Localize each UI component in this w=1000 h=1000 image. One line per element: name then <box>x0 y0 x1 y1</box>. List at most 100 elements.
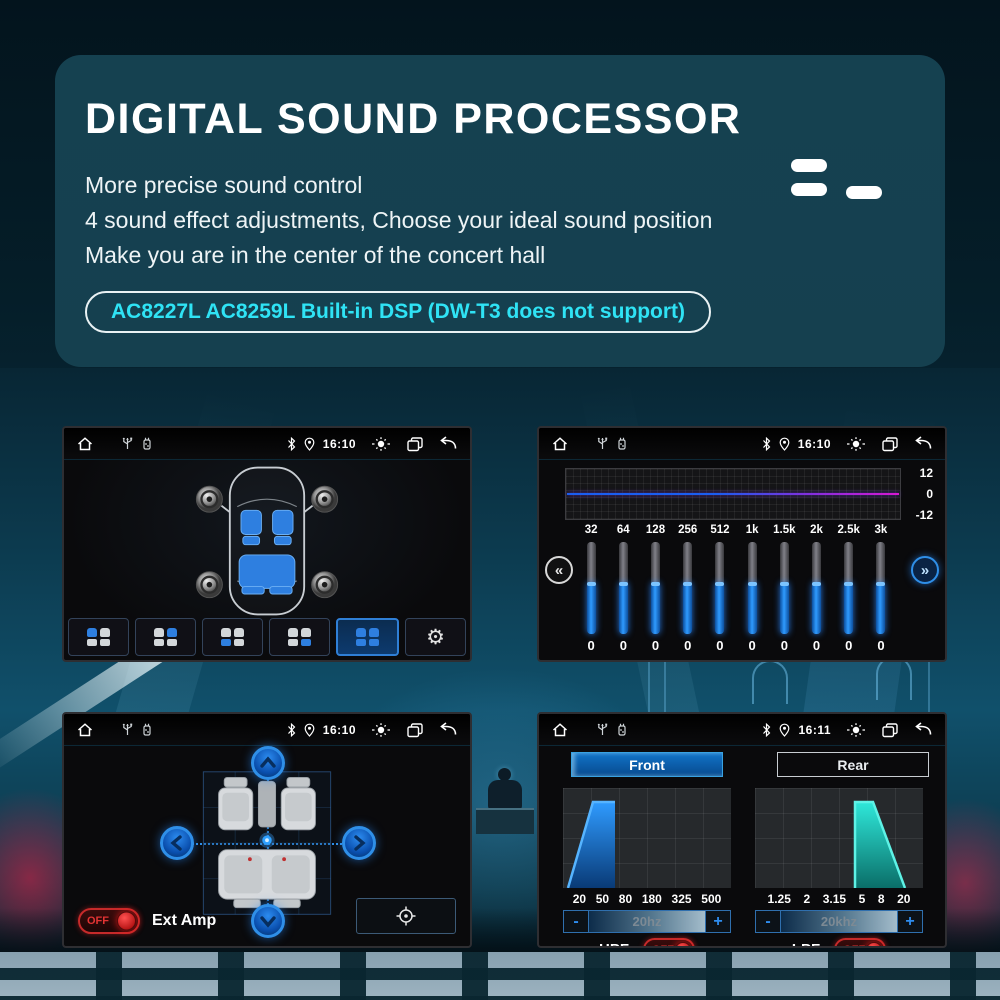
stage-arch <box>752 660 788 704</box>
band-value: 0 <box>619 638 627 653</box>
home-icon[interactable] <box>76 722 94 738</box>
seat-preset-front-left[interactable] <box>68 618 129 656</box>
lpf-frequency-stepper: - 20khz + <box>755 910 923 933</box>
lpf-state: OFF <box>843 944 865 947</box>
seat-preset-bar: ⚙ <box>68 618 466 656</box>
seat-preset-all[interactable] <box>336 618 399 656</box>
band-slider[interactable] <box>683 542 693 634</box>
ext-amp-label: Ext Amp <box>152 912 217 929</box>
band-slider[interactable] <box>715 542 725 634</box>
status-bar: 16:11 <box>539 714 945 746</box>
band-slider[interactable] <box>586 542 596 634</box>
recents-icon[interactable] <box>406 436 424 452</box>
lpf-row: LPF OFF <box>755 938 923 947</box>
eq-y-zero: 0 <box>926 487 933 501</box>
chevron-down-icon <box>260 916 276 928</box>
recents-icon[interactable] <box>881 722 899 738</box>
toggle-knob <box>866 941 883 946</box>
usb-device-icon <box>143 723 151 736</box>
band-slider[interactable] <box>779 542 789 634</box>
band-slider[interactable] <box>747 542 757 634</box>
tab-rear[interactable]: Rear <box>777 752 929 777</box>
bluetooth-icon <box>763 722 771 737</box>
brightness-icon[interactable] <box>845 436 867 452</box>
back-icon[interactable] <box>438 436 458 451</box>
back-icon[interactable] <box>913 436 933 451</box>
band-value: 0 <box>812 638 821 653</box>
speaker-select-screen: 16:10 ⚙ <box>62 426 472 662</box>
lpf-frequency-value: 20khz <box>781 910 897 933</box>
tick-label: 8 <box>877 892 885 906</box>
tick-label: 1.25 <box>767 892 791 906</box>
hpf-minus-button[interactable]: - <box>563 910 589 933</box>
lpf-plus-button[interactable]: + <box>897 910 923 933</box>
band-value: 0 <box>684 638 692 653</box>
band-value: 0 <box>780 638 788 653</box>
band-freq: 32 <box>584 524 598 536</box>
home-icon[interactable] <box>551 436 569 452</box>
reset-position-button[interactable] <box>356 898 456 934</box>
position-view: OFF Ext Amp <box>64 746 470 946</box>
settings-button[interactable]: ⚙ <box>405 618 466 656</box>
recents-icon[interactable] <box>406 722 424 738</box>
usb-icon <box>597 437 608 449</box>
home-icon[interactable] <box>76 436 94 452</box>
feature-line-2: 4 sound effect adjustments, Choose your … <box>85 207 713 233</box>
chevron-right-icon <box>354 835 366 851</box>
bluetooth-icon <box>762 436 771 451</box>
band-slider[interactable] <box>844 542 854 634</box>
arrow-down-button[interactable] <box>251 904 285 938</box>
arrow-up-button[interactable] <box>251 746 285 780</box>
hpf-plus-button[interactable]: + <box>705 910 731 933</box>
eq-curve-line <box>567 493 899 495</box>
band-freq: 512 <box>710 524 730 536</box>
prev-band-button[interactable]: « <box>545 556 573 584</box>
lpf-minus-button[interactable]: - <box>755 910 781 933</box>
hpf-frequency-stepper: - 20hz + <box>563 910 731 933</box>
brightness-icon[interactable] <box>370 436 392 452</box>
usb-icon <box>122 723 133 735</box>
ext-amp-state: OFF <box>87 915 109 927</box>
tick-label: 325 <box>671 892 692 906</box>
band-slider[interactable] <box>876 542 886 634</box>
marketing-page: DIGITAL SOUND PROCESSOR More precise sou… <box>0 0 1000 1000</box>
seat-preset-rear-left[interactable] <box>202 618 263 656</box>
tab-front[interactable]: Front <box>571 752 723 777</box>
hpf-frequency-value: 20hz <box>589 910 705 933</box>
brightness-icon[interactable] <box>370 722 392 738</box>
band-slider[interactable] <box>618 542 628 634</box>
band-freq: 64 <box>616 524 630 536</box>
band-freq: 1k <box>745 524 759 536</box>
recents-icon[interactable] <box>881 436 899 452</box>
feature-line-3: Make you are in the center of the concer… <box>85 242 546 268</box>
chevron-left-icon <box>170 835 182 851</box>
usb-device-icon <box>618 437 626 450</box>
band-freq: 1.5k <box>773 524 796 536</box>
eq-response-graph <box>565 468 901 520</box>
arrow-left-button[interactable] <box>160 826 194 860</box>
brightness-icon[interactable] <box>845 722 867 738</box>
lpf-toggle[interactable]: OFF <box>834 938 887 947</box>
band-slider[interactable] <box>812 542 822 634</box>
ext-amp-toggle[interactable]: OFF <box>78 908 140 934</box>
status-bar: 16:10 <box>64 714 470 746</box>
crosshair-target-icon <box>396 906 416 926</box>
settings-gear-icon: ⚙ <box>426 624 445 649</box>
hpf-axis-ticks: 20 50 80 180 325 500 <box>563 892 731 906</box>
clock: 16:10 <box>322 436 356 451</box>
next-band-button[interactable]: » <box>911 556 939 584</box>
back-icon[interactable] <box>438 722 458 737</box>
usb-device-icon <box>143 437 151 450</box>
listening-position-screen: 16:10 OFF Ext Amp <box>62 712 472 948</box>
lpf-label: LPF <box>792 941 820 946</box>
hpf-label: HPF <box>599 941 629 946</box>
tick-label: 20 <box>572 892 587 906</box>
hpf-toggle[interactable]: OFF <box>643 938 695 946</box>
arrow-right-button[interactable] <box>342 826 376 860</box>
tick-label: 180 <box>641 892 662 906</box>
back-icon[interactable] <box>913 722 933 737</box>
band-slider[interactable] <box>651 542 660 634</box>
seat-preset-rear-right[interactable] <box>269 618 330 656</box>
home-icon[interactable] <box>551 722 569 738</box>
seat-preset-front-right[interactable] <box>135 618 196 656</box>
